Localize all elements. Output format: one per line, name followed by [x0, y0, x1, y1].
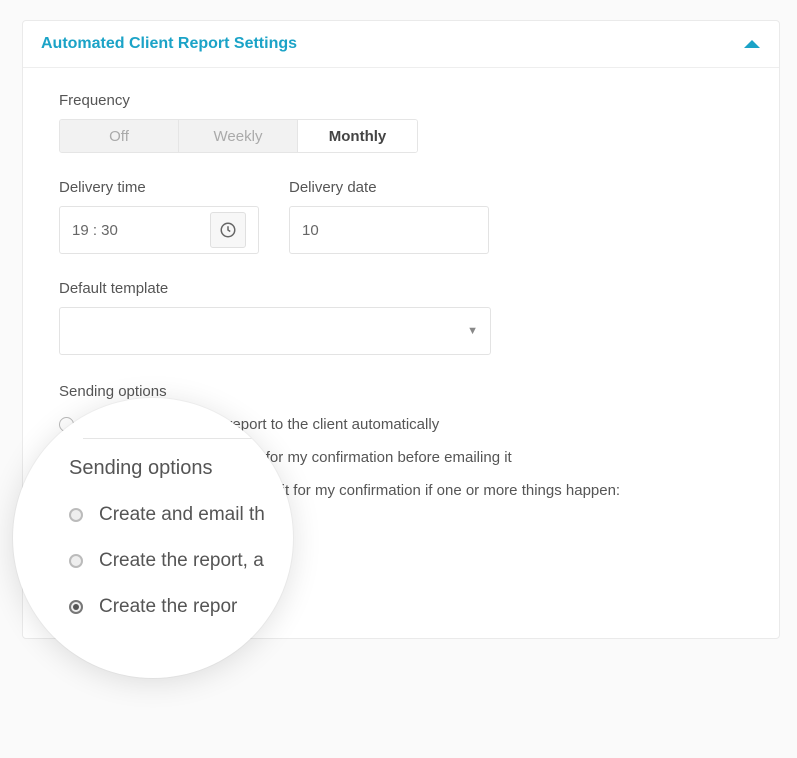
frequency-off[interactable]: Off [60, 120, 179, 152]
sending-option-wait-label: Create the report, and wait for my confi… [84, 449, 512, 466]
collapse-up-icon[interactable] [743, 38, 761, 50]
delivery-date-label: Delivery date [289, 179, 489, 196]
default-template-select[interactable]: ▼ [59, 307, 491, 355]
frequency-weekly[interactable]: Weekly [179, 120, 298, 152]
delivery-time-label: Delivery time [59, 179, 259, 196]
delivery-time-value: 19 : 30 [72, 222, 118, 239]
clock-icon[interactable] [210, 212, 246, 248]
default-template-label: Default template [59, 280, 743, 297]
save-button[interactable]: Save Changes [59, 567, 193, 608]
sending-option-auto[interactable]: Create and email the report to the clien… [59, 416, 743, 433]
positive-security-check[interactable]: Positive Security Check [85, 515, 743, 533]
delivery-date-field[interactable]: 10 [289, 206, 489, 254]
sending-options-group: Create and email the report to the clien… [59, 416, 743, 533]
panel-header[interactable]: Automated Client Report Settings [23, 21, 779, 68]
radio-checked-icon [59, 483, 74, 498]
panel-body: Frequency Off Weekly Monthly Delivery ti… [23, 68, 779, 638]
sending-option-conditional-label: Create the report, but only wait for my … [84, 482, 620, 499]
sending-option-auto-label: Create and email the report to the clien… [84, 416, 439, 433]
checkbox-checked-icon [85, 515, 103, 533]
positive-security-check-label: Positive Security Check [113, 516, 271, 533]
frequency-monthly[interactable]: Monthly [298, 120, 417, 152]
sending-option-wait[interactable]: Create the report, and wait for my confi… [59, 449, 743, 466]
chevron-down-icon: ▼ [467, 325, 478, 337]
report-settings-panel: Automated Client Report Settings Frequen… [22, 20, 780, 639]
frequency-toggle: Off Weekly Monthly [59, 119, 418, 153]
radio-icon [69, 554, 83, 568]
delivery-date-value: 10 [302, 222, 319, 239]
frequency-label: Frequency [59, 92, 743, 109]
sending-option-conditional[interactable]: Create the report, but only wait for my … [59, 482, 743, 499]
radio-icon [59, 417, 74, 432]
panel-title: Automated Client Report Settings [41, 35, 297, 53]
delivery-time-field[interactable]: 19 : 30 [59, 206, 259, 254]
sending-options-heading: Sending options [59, 383, 743, 400]
radio-icon [59, 450, 74, 465]
